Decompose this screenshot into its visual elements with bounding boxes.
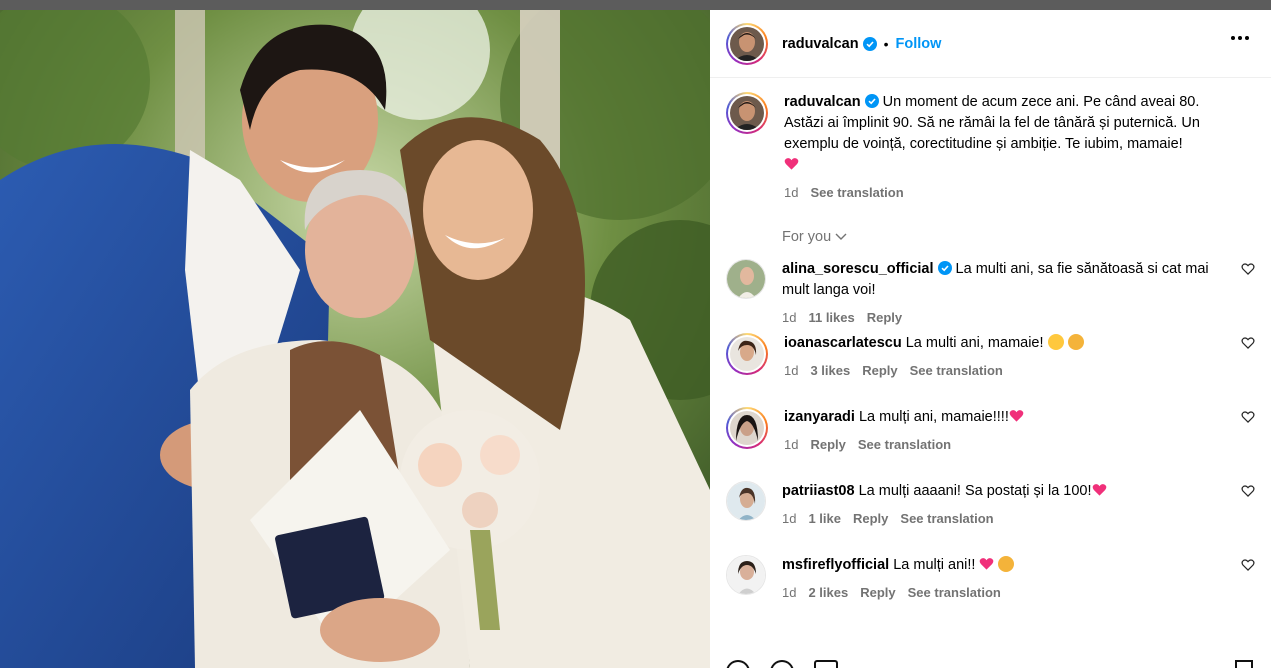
hugging-face-emoji-icon [998,556,1015,572]
commenter-username[interactable]: msfireflyofficial [782,557,889,573]
commenter-avatar[interactable] [726,259,766,299]
author-username[interactable]: raduvalcan [782,36,859,52]
post-side-panel: raduvalcan • Follow raduvalcan Un moment… [710,10,1271,668]
commenter-username[interactable]: izanyaradi [784,409,855,425]
comment-meta: 1d 11 likes Reply [782,307,1215,328]
comment-body: ioanascarlatescu La multi ani, mamaie! 1… [784,333,1255,407]
comment-likes[interactable]: 1 like [808,508,841,529]
comments-scroll-area[interactable]: raduvalcan Un moment de acum zece ani. P… [710,78,1271,629]
reply-button[interactable]: Reply [862,360,897,381]
commenter-avatar-image [727,556,765,594]
commenter-avatar[interactable] [726,481,766,521]
bookmark-icon[interactable] [1235,660,1253,668]
comment-body: alina_sorescu_official La multi ani, sa … [782,259,1255,333]
comment-time: 1d [784,363,799,378]
comment-item: izanyaradi La mulți ani, mamaie!!!! 1d R… [726,407,1255,481]
post-caption: raduvalcan Un moment de acum zece ani. P… [726,92,1255,203]
photo-illustration [0,10,710,668]
follow-button[interactable]: Follow [895,36,941,52]
comment-text: La mulți ani, mamaie!!!! [858,409,1009,425]
commenter-username[interactable]: patriiast08 [782,483,855,499]
comment-meta: 1d 2 likes Reply See translation [782,582,1215,603]
comment-item: ioanascarlatescu La multi ani, mamaie! 1… [726,333,1255,407]
verified-badge-icon [937,261,952,275]
comment-item: patriiast08 La mulți aaaani! Sa postați … [726,481,1255,555]
heart-outline-icon[interactable] [1241,336,1255,350]
heart-emoji-icon [1009,410,1024,422]
comment-meta: 1d 1 like Reply See translation [782,508,1215,529]
caption-username[interactable]: raduvalcan [784,94,861,110]
comment-text: La mulți aaaani! Sa postați și la 100! [858,483,1092,499]
comment-text: La multi ani, mamaie! [905,335,1044,351]
share-icon[interactable] [814,660,838,668]
reply-button[interactable]: Reply [810,434,845,455]
heart-eyes-emoji-icon [1047,334,1064,350]
commenter-avatar[interactable] [726,333,768,375]
see-translation-link[interactable]: See translation [900,508,993,529]
comment-meta: 1d 3 likes Reply See translation [784,360,1215,381]
caption-avatar-image [730,96,764,130]
commenter-avatar-image [727,260,765,298]
heart-outline-icon[interactable] [1241,262,1255,276]
commenter-avatar-image [727,482,765,520]
separator-dot: • [883,35,889,52]
see-translation-link[interactable]: See translation [858,434,951,455]
comment-text: La mulți ani!! [893,557,976,573]
more-options-icon[interactable] [1231,36,1249,40]
reply-button[interactable]: Reply [860,582,895,603]
caption-author-avatar[interactable] [726,92,768,134]
comment-body: msfireflyofficial La mulți ani!! 1d 2 li… [782,555,1255,629]
reply-button[interactable]: Reply [867,307,902,328]
comment-meta: 1d Reply See translation [784,434,1215,455]
comment-body: patriiast08 La mulți aaaani! Sa postați … [782,481,1255,555]
comment-body: izanyaradi La mulți ani, mamaie!!!! 1d R… [784,407,1255,481]
author-avatar-image [730,26,764,61]
browser-top-strip [0,0,1271,10]
comment-item: msfireflyofficial La mulți ani!! 1d 2 li… [726,555,1255,629]
chevron-down-icon [835,233,847,240]
see-translation-link[interactable]: See translation [910,360,1003,381]
verified-badge-icon [864,94,879,108]
heart-emoji-icon [1092,484,1106,496]
see-translation-link[interactable]: See translation [810,182,903,203]
heart-outline-icon[interactable] [1241,558,1255,572]
see-translation-link[interactable]: See translation [908,582,1001,603]
reply-button[interactable]: Reply [853,508,888,529]
verified-badge-icon [862,36,877,51]
commenter-avatar[interactable] [726,555,766,595]
commenter-username[interactable]: alina_sorescu_official [782,261,934,277]
caption-body: raduvalcan Un moment de acum zece ani. P… [784,92,1255,203]
comment-time: 1d [782,511,797,526]
comment-time: 1d [782,310,797,325]
caption-meta: 1d See translation [784,182,1241,203]
comment-likes[interactable]: 3 likes [810,360,850,381]
heart-emoji-icon [784,158,799,170]
commenter-avatar-image [730,411,764,445]
post-action-bar [726,660,838,668]
comment-icon[interactable] [770,660,794,668]
commenter-avatar[interactable] [726,407,768,449]
comment-likes[interactable]: 11 likes [808,307,854,328]
comment-time: 1d [782,585,797,600]
like-icon[interactable] [726,660,750,668]
comment-sort-dropdown[interactable]: For you [782,229,1255,245]
comment-sort-label: For you [782,229,832,245]
comment-item: alina_sorescu_official La multi ani, sa … [726,259,1255,333]
post-header: raduvalcan • Follow [710,10,1271,78]
heart-emoji-icon [980,558,994,570]
heart-outline-icon[interactable] [1241,410,1255,424]
comment-likes[interactable]: 2 likes [808,582,848,603]
commenter-username[interactable]: ioanascarlatescu [784,335,902,351]
commenter-avatar-image [730,337,764,371]
caption-time: 1d [784,185,799,200]
heart-outline-icon[interactable] [1241,484,1255,498]
author-avatar[interactable] [726,22,768,65]
comment-time: 1d [784,437,799,452]
post-photo[interactable] [0,10,710,668]
hugging-face-emoji-icon [1067,334,1084,350]
